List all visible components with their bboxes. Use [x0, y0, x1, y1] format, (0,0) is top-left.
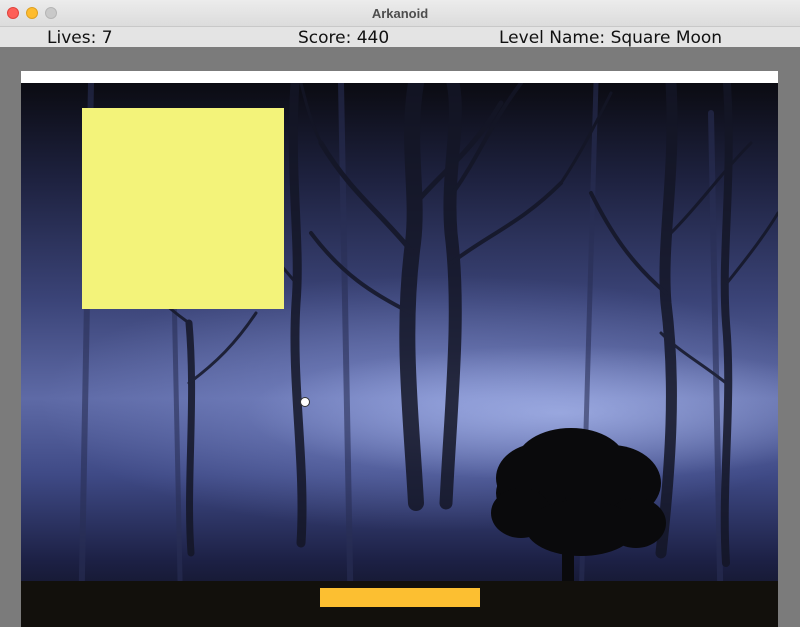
ball: [300, 397, 310, 407]
level-name-indicator: Level Name: Square Moon: [499, 28, 723, 48]
paddle[interactable]: [320, 588, 480, 607]
hud-bar: Lives: 7 Score: 440 Level Name: Square M…: [0, 27, 800, 48]
top-wall: [21, 71, 778, 83]
play-area[interactable]: [21, 83, 778, 627]
lives-indicator: Lives: 7: [47, 28, 113, 48]
square-moon-block: [82, 108, 284, 309]
title-bar[interactable]: Arkanoid: [0, 0, 800, 27]
game-window: Arkanoid Lives: 7 Score: 440 Level Name:…: [0, 0, 800, 627]
window-title: Arkanoid: [371, 6, 429, 21]
score-indicator: Score: 440: [298, 28, 390, 48]
